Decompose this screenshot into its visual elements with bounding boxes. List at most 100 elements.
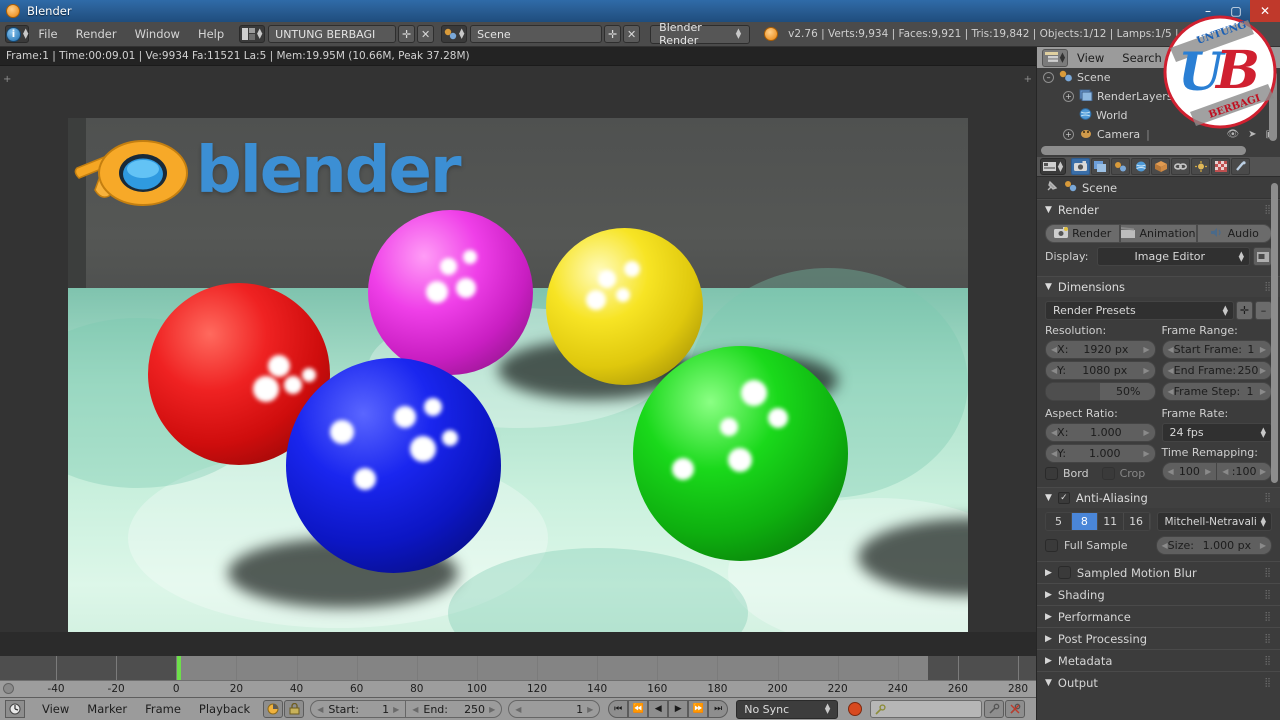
screen-layout-icon[interactable]: ▲ ▼	[239, 25, 266, 43]
play-reverse-button[interactable]: ◀	[648, 700, 669, 718]
lock-icon[interactable]	[284, 700, 305, 718]
cursor-icon[interactable]: ➤	[1248, 129, 1256, 140]
menu-view[interactable]: View	[1068, 51, 1113, 65]
image-canvas[interactable]: + + blender	[0, 66, 1036, 632]
aa-filter-selector[interactable]: Mitchell-Netravali ▲ ▼	[1156, 512, 1272, 531]
resolution-x-field[interactable]: ◀ X: 1920 px ▶	[1045, 340, 1156, 359]
menu-marker[interactable]: Marker	[78, 702, 136, 716]
menu-view[interactable]: View	[33, 702, 78, 716]
editor-type-selector[interactable]: ▲▼	[1040, 158, 1066, 175]
animation-button[interactable]: Animation	[1120, 224, 1197, 243]
prev-keyframe-button[interactable]: ⏪	[628, 700, 649, 718]
menu-frame[interactable]: Frame	[136, 702, 190, 716]
pin-icon[interactable]	[1045, 180, 1058, 196]
full-sample-checkbox[interactable]	[1045, 539, 1058, 552]
left-region-toggle[interactable]: +	[3, 74, 11, 85]
resolution-y-field[interactable]: ◀ Y: 1080 px ▶	[1045, 361, 1156, 380]
editor-type-selector[interactable]: i ▲ ▼	[5, 25, 30, 43]
render-engine-selector[interactable]: Blender Render ▲ ▼	[650, 21, 751, 47]
record-icon[interactable]	[848, 702, 863, 716]
delete-screen-button[interactable]: ✕	[417, 25, 435, 43]
remove-preset-button[interactable]: –	[1255, 301, 1272, 320]
properties-vertical-scrollbar[interactable]	[1271, 183, 1278, 483]
shading-panel-header[interactable]: ▶ Shading ⣿	[1037, 583, 1280, 605]
object-tab[interactable]	[1151, 158, 1170, 175]
aa-sample-16[interactable]: 16	[1123, 513, 1150, 530]
performance-panel-header[interactable]: ▶ Performance ⣿	[1037, 605, 1280, 627]
constraints-tab[interactable]	[1171, 158, 1190, 175]
add-scene-button[interactable]: ✛	[604, 25, 622, 43]
metadata-panel-header[interactable]: ▶ Metadata ⣿	[1037, 649, 1280, 671]
render-panel-header[interactable]: ▼ Render ⣿	[1037, 199, 1280, 220]
next-keyframe-button[interactable]: ⏩	[688, 700, 709, 718]
sync-mode-selector[interactable]: No Sync ▲ ▼	[736, 699, 839, 719]
menu-window[interactable]: Window	[126, 27, 189, 41]
insert-keyframe-icon[interactable]	[984, 700, 1005, 718]
world-tab[interactable]	[1131, 158, 1150, 175]
anti-aliasing-panel-header[interactable]: ▼ ✓ Anti-Aliasing ⣿	[1037, 487, 1280, 508]
keying-set-field[interactable]	[870, 700, 983, 718]
playhead[interactable]	[177, 656, 182, 680]
right-region-toggle[interactable]: +	[1024, 74, 1032, 85]
eye-icon[interactable]: 👁	[1226, 129, 1239, 140]
jump-to-start-button[interactable]: ⏮	[608, 700, 629, 718]
aa-size-field[interactable]: ◀ Size: 1.000 px ▶	[1155, 536, 1272, 555]
crop-checkbox[interactable]	[1101, 467, 1115, 480]
anti-aliasing-checkbox[interactable]: ✓	[1057, 492, 1070, 504]
outliner-editor-icon[interactable]: ▲ ▼	[1042, 48, 1068, 67]
object-data-tab[interactable]	[1191, 158, 1210, 175]
menu-file[interactable]: File	[29, 27, 66, 41]
timeline-editor[interactable]: -40 -20 0 20 40 60 80 100 120 140 160 180 200 220 240 2…	[0, 656, 1036, 697]
frame-step-field[interactable]: ◀ Frame Step: 1 ▶	[1161, 382, 1272, 401]
scene-tab[interactable]	[1111, 158, 1130, 175]
texture-tab[interactable]	[1231, 158, 1250, 175]
expand-expander-icon[interactable]: +	[1063, 91, 1074, 102]
post-processing-panel-header[interactable]: ▶ Post Processing ⣿	[1037, 627, 1280, 649]
audio-button[interactable]: Audio	[1196, 224, 1272, 243]
aspect-y-field[interactable]: ◀ Y: 1.000 ▶	[1045, 444, 1156, 463]
aa-samples-segmented[interactable]: 5 8 11 16	[1045, 512, 1151, 531]
render-preset-selector[interactable]: Render Presets ▲ ▼	[1045, 301, 1234, 320]
render-tab[interactable]	[1071, 158, 1090, 175]
end-frame-field[interactable]: ◀ End Frame: 250 ▶	[1161, 361, 1272, 380]
dimensions-panel-header[interactable]: ▼ Dimensions ⣿	[1037, 276, 1280, 297]
aa-sample-8[interactable]: 8	[1071, 513, 1098, 530]
add-preset-button[interactable]: ✛	[1236, 301, 1253, 320]
frame-rate-selector[interactable]: 24 fps ▲ ▼	[1161, 423, 1272, 442]
start-frame-field[interactable]: ◀ Start: 1 ▶	[310, 700, 407, 718]
time-remap-new-field[interactable]: ◀ :100 ▶	[1217, 462, 1272, 481]
display-mode-selector[interactable]: Image Editor ▲ ▼	[1097, 247, 1250, 266]
render-button[interactable]: Render	[1045, 224, 1121, 243]
material-tab[interactable]	[1211, 158, 1230, 175]
add-screen-button[interactable]: ✛	[398, 25, 416, 43]
sampled-motion-blur-panel-header[interactable]: ▶ Sampled Motion Blur ⣿	[1037, 561, 1280, 583]
aspect-x-field[interactable]: ◀ X: 1.000 ▶	[1045, 423, 1156, 442]
aa-sample-11[interactable]: 11	[1097, 513, 1124, 530]
current-frame-field[interactable]: ◀ 1 ▶	[508, 700, 601, 718]
menu-playback[interactable]: Playback	[190, 702, 259, 716]
timeline-track[interactable]	[0, 656, 1036, 680]
time-remap-old-field[interactable]: ◀ 100 ▶	[1161, 462, 1218, 481]
resolution-percentage-slider[interactable]: 50%	[1045, 382, 1156, 401]
display-mode-extra-icon[interactable]	[1253, 247, 1272, 266]
render-layers-tab[interactable]	[1091, 158, 1110, 175]
collapse-expander-icon[interactable]: –	[1043, 72, 1054, 83]
start-frame-field[interactable]: ◀ Start Frame: 1 ▶	[1161, 340, 1272, 359]
border-checkbox[interactable]	[1045, 467, 1058, 480]
outliner-horizontal-scrollbar[interactable]	[1041, 146, 1246, 155]
output-panel-header[interactable]: ▼ Output ⣿	[1037, 671, 1280, 693]
menu-render[interactable]: Render	[67, 27, 126, 41]
expand-expander-icon[interactable]: +	[1063, 129, 1074, 140]
audio-sync-icon[interactable]	[263, 700, 284, 718]
screen-layout-field[interactable]: UNTUNG BERBAGI	[268, 25, 397, 43]
aa-sample-5[interactable]: 5	[1046, 513, 1072, 530]
delete-scene-button[interactable]: ✕	[623, 25, 641, 43]
menu-help[interactable]: Help	[189, 27, 233, 41]
sampled-motion-blur-checkbox[interactable]	[1057, 566, 1071, 579]
delete-keyframe-icon[interactable]	[1005, 700, 1026, 718]
scene-icon[interactable]: ▲ ▼	[441, 25, 468, 43]
jump-to-end-button[interactable]: ⏭	[708, 700, 729, 718]
scene-field[interactable]: Scene	[470, 25, 603, 43]
editor-type-selector[interactable]	[5, 700, 25, 718]
timeline-scroll-knob[interactable]	[3, 683, 14, 694]
